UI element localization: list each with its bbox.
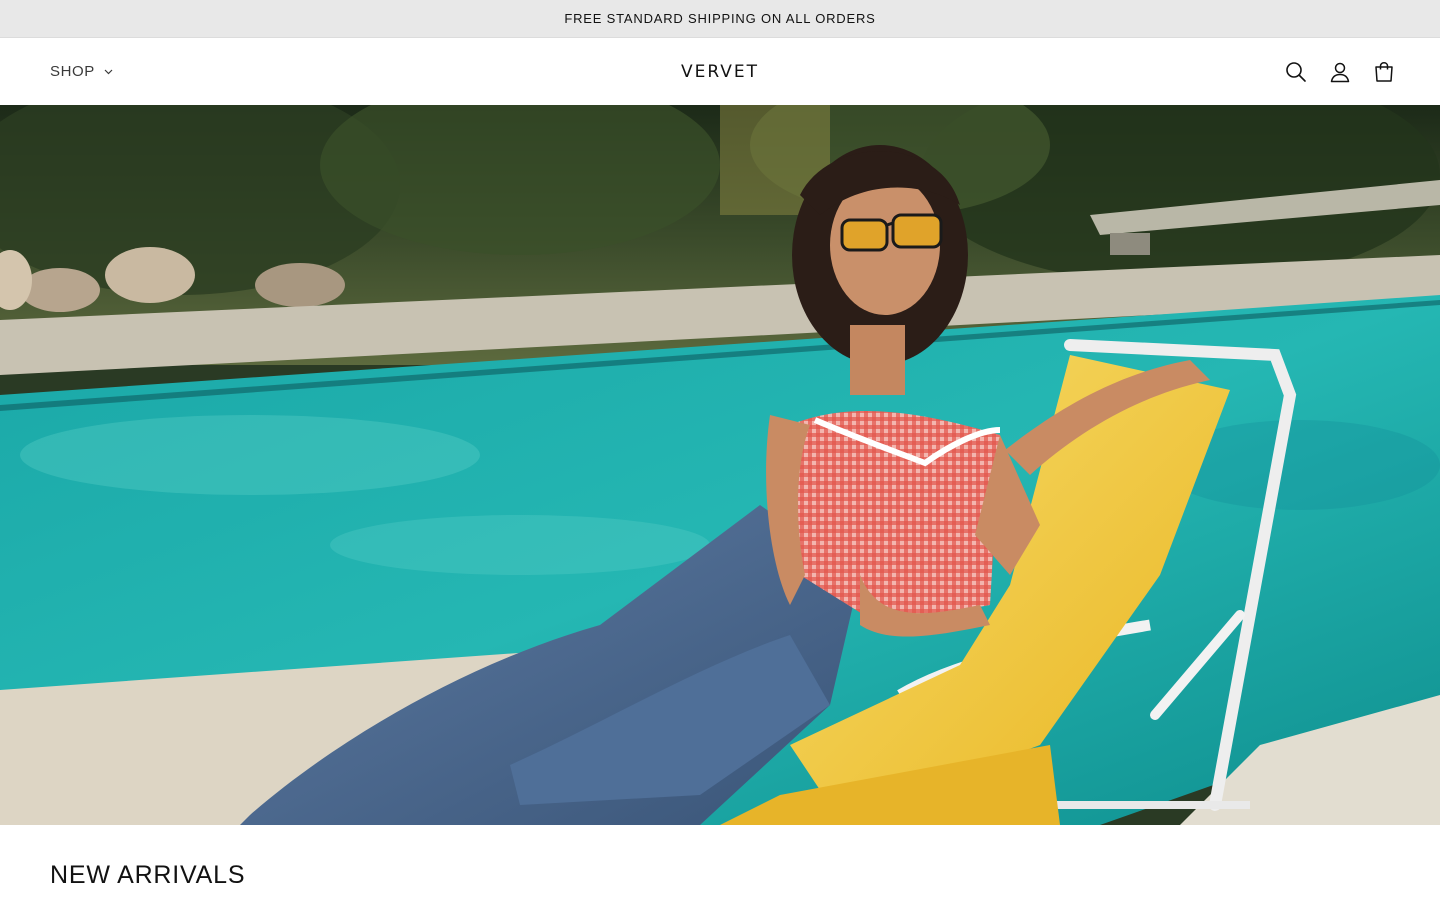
cart-button[interactable] [1372, 60, 1396, 84]
hero-banner[interactable] [0, 105, 1440, 825]
header-actions [1284, 60, 1396, 84]
account-button[interactable] [1328, 60, 1352, 84]
cart-icon [1375, 61, 1393, 82]
search-button[interactable] [1284, 60, 1308, 84]
chevron-down-icon [104, 69, 113, 74]
new-arrivals-section: NEW ARRIVALS [0, 825, 1440, 890]
announcement-bar: FREE STANDARD SHIPPING ON ALL ORDERS [0, 0, 1440, 38]
brand-logo[interactable]: VERVET [681, 62, 759, 82]
shop-menu-button[interactable]: SHOP [50, 63, 113, 80]
hero-image [0, 105, 1440, 825]
search-icon [1286, 61, 1306, 82]
section-title: NEW ARRIVALS [50, 861, 246, 889]
account-icon [1330, 62, 1350, 82]
site-header: SHOP VERVET [0, 38, 1440, 105]
shop-menu-label: SHOP [50, 63, 95, 80]
announcement-text: FREE STANDARD SHIPPING ON ALL ORDERS [564, 11, 876, 26]
